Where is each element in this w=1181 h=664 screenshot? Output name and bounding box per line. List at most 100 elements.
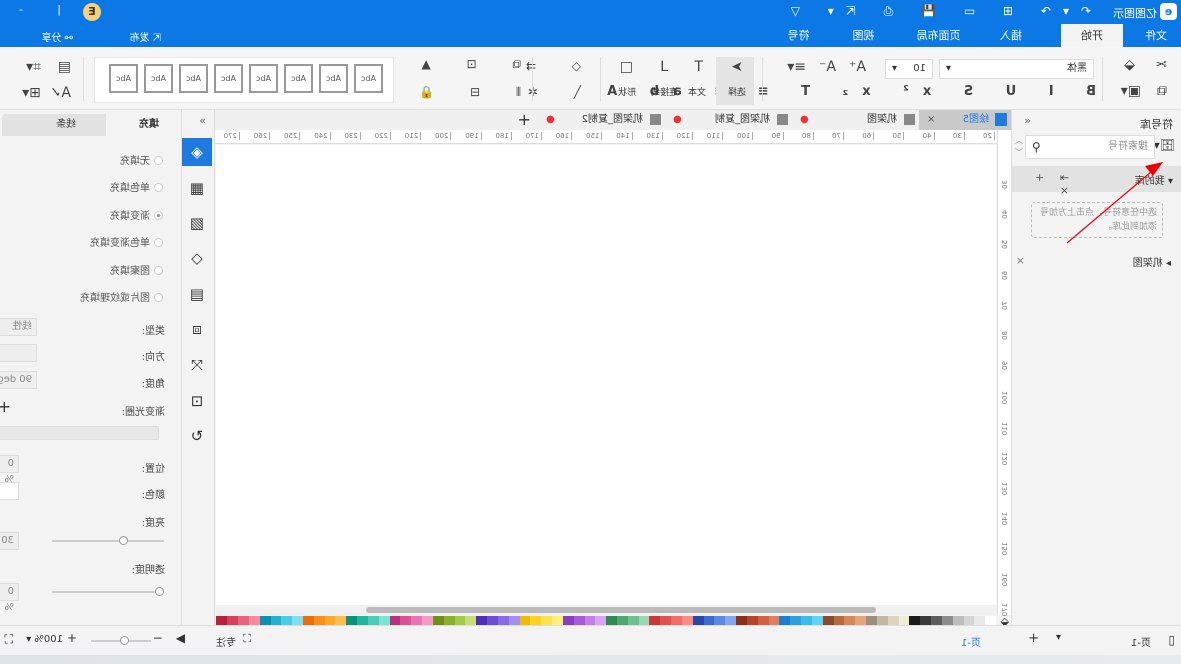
- page-setup-icon[interactable]: ▤: [58, 59, 71, 75]
- document-tabs: 绘图5 × 机架图 ● 机架图_复制 ● 机架图_复制2 ● +: [211, 110, 1011, 130]
- page-tab[interactable]: 页-1: [961, 634, 981, 649]
- tab-insert[interactable]: 插入: [981, 24, 1041, 47]
- transparency-knob[interactable]: [155, 587, 164, 596]
- select-tool[interactable]: ➤ 选择: [716, 57, 754, 105]
- align-distribute-icons[interactable]: ⫴ ⊟ 🔒: [403, 85, 521, 100]
- transparency-input[interactable]: 0 %: [0, 583, 19, 613]
- expand-panel-icon[interactable]: »: [199, 114, 206, 127]
- drawing-canvas[interactable]: [216, 145, 996, 605]
- zoom-level[interactable]: 100% ▾: [26, 634, 63, 645]
- network-icon[interactable]: ⤧: [182, 351, 212, 379]
- focus-icon[interactable]: ⛶: [243, 632, 251, 646]
- brightness-slider[interactable]: [52, 536, 164, 545]
- focus-label[interactable]: 专注: [216, 634, 236, 649]
- category-rack[interactable]: ▸ 机架图: [1133, 254, 1171, 269]
- tab-symbols[interactable]: 符号: [771, 24, 826, 47]
- style-preset[interactable]: Abc: [354, 64, 383, 93]
- style-preset[interactable]: Abc: [214, 64, 243, 93]
- style-preset[interactable]: Abc: [179, 64, 208, 93]
- tab-file[interactable]: 文件: [1131, 24, 1181, 47]
- doc-tab-active[interactable]: 绘图5 ×: [919, 110, 1011, 130]
- ruler-tick-label: 130: [646, 132, 663, 140]
- arrange-icons[interactable]: ⧉ ⊡ ▲: [406, 57, 521, 72]
- radio-solid-fill[interactable]: 单色填充: [110, 179, 163, 194]
- style-preset[interactable]: Abc: [249, 64, 278, 93]
- brightness-knob[interactable]: [118, 536, 128, 545]
- effect-icons[interactable]: ╲ ✲: [512, 85, 581, 99]
- doc-tab[interactable]: 机架图_复制 ●: [665, 110, 792, 130]
- paste-icon[interactable]: ▣▾: [1121, 83, 1141, 99]
- layers-icon[interactable]: ◇: [182, 244, 212, 272]
- connector-label: 连接线: [650, 88, 678, 98]
- scroll-thumb[interactable]: [366, 607, 876, 613]
- tab-home[interactable]: 开始: [1061, 24, 1123, 47]
- zoom-knob[interactable]: [120, 636, 129, 645]
- history-icon[interactable]: ↻: [182, 422, 212, 450]
- add-stop-button[interactable]: +: [0, 397, 11, 416]
- page-menu-button[interactable]: ▾: [1056, 632, 1061, 643]
- font-grow-icon[interactable]: A⁺: [849, 59, 866, 75]
- crop-icon[interactable]: ⌗▾: [26, 59, 41, 75]
- text-icon[interactable]: T: [694, 59, 703, 75]
- tab-line[interactable]: 线条: [2, 114, 106, 136]
- spell-check-icon[interactable]: A✓: [50, 85, 71, 101]
- share-button[interactable]: ⚯ 分享: [41, 29, 73, 44]
- add-tab-button[interactable]: +: [518, 110, 531, 129]
- zoom-slider[interactable]: [91, 636, 151, 645]
- radio-single-gradient-fill[interactable]: 单色渐变填充: [90, 234, 163, 249]
- close-category-icon[interactable]: ×: [1016, 254, 1025, 267]
- radio-gradient-fill[interactable]: 渐变填充: [110, 207, 163, 222]
- radio-pattern-fill[interactable]: 图案填充: [110, 262, 163, 277]
- style-preset[interactable]: Abc: [284, 64, 313, 93]
- tab-view[interactable]: 视图: [836, 24, 891, 47]
- fill-icon[interactable]: ◈: [182, 138, 212, 166]
- add-page-button[interactable]: +: [1028, 631, 1039, 646]
- ribbon-tabs: 文件 开始 插入 页面布局 视图 符号 ⇱ 发布 ⚯ 分享: [0, 24, 1181, 47]
- group-icon[interactable]: ⊞▾: [22, 85, 41, 101]
- direction-select[interactable]: [0, 344, 37, 362]
- doc-tab[interactable]: 机架图 ●: [792, 110, 919, 130]
- page-selector[interactable]: 页-1: [1131, 634, 1151, 649]
- page-view-icon[interactable]: ▯: [1168, 633, 1175, 647]
- cut-icon[interactable]: ✂: [1155, 57, 1167, 73]
- angle-input[interactable]: 90 deg: [0, 371, 37, 389]
- image-icon[interactable]: ▨: [182, 209, 212, 237]
- font-shrink-icon[interactable]: A⁻: [819, 59, 836, 75]
- copy-icon[interactable]: ⧉: [1157, 83, 1167, 99]
- transparency-slider[interactable]: [52, 587, 164, 596]
- ruler-tick-label: 80: [1001, 331, 1009, 340]
- tab-fill[interactable]: 填充: [106, 114, 181, 136]
- connector-icon[interactable]: ⅃: [660, 59, 668, 75]
- presentation-icon[interactable]: ⊡: [182, 387, 212, 415]
- play-icon[interactable]: ▶: [176, 631, 185, 645]
- zoom-in-button[interactable]: +: [67, 631, 77, 645]
- type-select[interactable]: 线性: [0, 318, 37, 336]
- shape-icon[interactable]: □: [620, 59, 633, 75]
- quick-access-toolbar[interactable]: ↶▾↷ ⊞ ▭ 💾 ⎙ ⇱▾ ▽: [779, 4, 1091, 19]
- grid-icon[interactable]: ▦: [182, 174, 212, 202]
- style-preset[interactable]: Abc: [319, 64, 348, 93]
- publish-button[interactable]: ⇱ 发布: [129, 29, 161, 44]
- puzzle-icon[interactable]: ⧈: [182, 315, 212, 343]
- style-preset[interactable]: Abc: [109, 64, 138, 93]
- horizontal-scrollbar[interactable]: [216, 605, 996, 615]
- page-icon[interactable]: ▤: [182, 280, 212, 308]
- radio-no-fill[interactable]: 无填充: [120, 152, 163, 167]
- radio-picture-fill[interactable]: 图片或纹理填充: [80, 289, 163, 304]
- align-icon[interactable]: ≡▾: [787, 59, 806, 75]
- font-name-select[interactable]: 黑体 ▾: [939, 59, 1094, 79]
- color-picker[interactable]: [0, 482, 19, 500]
- badge-icon[interactable]: E: [83, 3, 101, 21]
- position-label: 位置:: [141, 464, 165, 475]
- fit-window-icon[interactable]: ⛶: [5, 632, 13, 647]
- font-size-select[interactable]: 10 ▾: [885, 59, 933, 79]
- doc-tab[interactable]: 机架图_复制2 ●: [538, 110, 665, 130]
- zoom-out-button[interactable]: −: [153, 631, 163, 645]
- gradient-bar[interactable]: [0, 426, 159, 440]
- minimize-button[interactable]: -: [19, 3, 23, 16]
- style-preset[interactable]: Abc: [144, 64, 173, 93]
- format-painter-icon[interactable]: ⬙: [1124, 57, 1135, 73]
- tab-page-layout[interactable]: 页面布局: [901, 24, 976, 47]
- brightness-input[interactable]: 30: [0, 532, 19, 550]
- position-input[interactable]: 0 %: [0, 455, 19, 485]
